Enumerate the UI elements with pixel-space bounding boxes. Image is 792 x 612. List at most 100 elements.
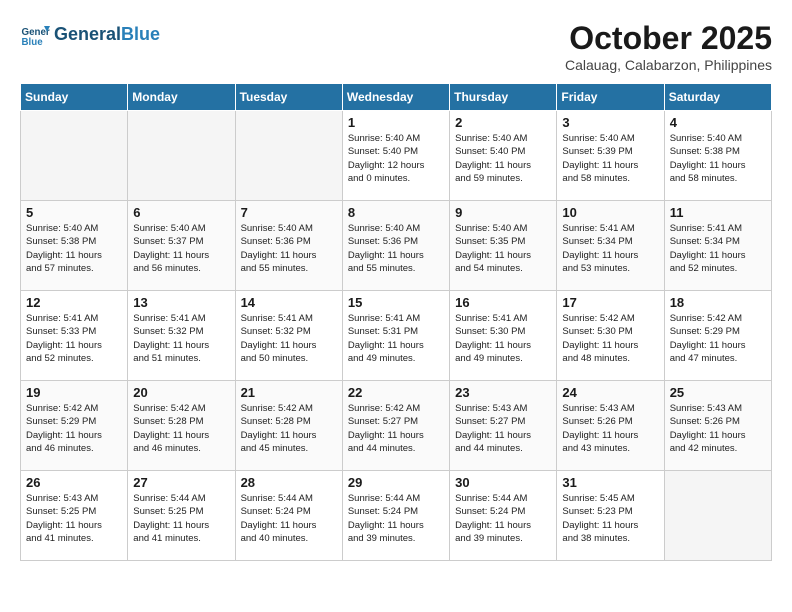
day-number: 26 [26, 475, 122, 490]
day-number: 22 [348, 385, 444, 400]
day-info: Sunrise: 5:41 AMSunset: 5:32 PMDaylight:… [241, 312, 337, 365]
calendar-cell: 16 Sunrise: 5:41 AMSunset: 5:30 PMDayligh… [450, 291, 557, 381]
day-info: Sunrise: 5:41 AMSunset: 5:34 PMDaylight:… [670, 222, 766, 275]
calendar-cell: 29 Sunrise: 5:44 AMSunset: 5:24 PMDayligh… [342, 471, 449, 561]
day-info: Sunrise: 5:42 AMSunset: 5:27 PMDaylight:… [348, 402, 444, 455]
day-number: 2 [455, 115, 551, 130]
day-number: 1 [348, 115, 444, 130]
calendar-cell: 23 Sunrise: 5:43 AMSunset: 5:27 PMDayligh… [450, 381, 557, 471]
day-number: 14 [241, 295, 337, 310]
day-info: Sunrise: 5:41 AMSunset: 5:33 PMDaylight:… [26, 312, 122, 365]
day-number: 25 [670, 385, 766, 400]
calendar-cell: 10 Sunrise: 5:41 AMSunset: 5:34 PMDayligh… [557, 201, 664, 291]
calendar-cell: 18 Sunrise: 5:42 AMSunset: 5:29 PMDayligh… [664, 291, 771, 381]
svg-text:Blue: Blue [22, 37, 44, 48]
day-number: 23 [455, 385, 551, 400]
day-number: 19 [26, 385, 122, 400]
logo-text: GeneralBlue [54, 25, 160, 45]
day-info: Sunrise: 5:42 AMSunset: 5:29 PMDaylight:… [670, 312, 766, 365]
location-subtitle: Calauag, Calabarzon, Philippines [565, 57, 772, 73]
day-number: 24 [562, 385, 658, 400]
day-number: 5 [26, 205, 122, 220]
calendar-cell: 21Sunrise: 5:42 AMSunset: 5:28 PMDayligh… [235, 381, 342, 471]
week-row-1: 1 Sunrise: 5:40 AMSunset: 5:40 PMDaylight… [21, 111, 772, 201]
day-number: 15 [348, 295, 444, 310]
week-row-3: 12 Sunrise: 5:41 AMSunset: 5:33 PMDayligh… [21, 291, 772, 381]
day-info: Sunrise: 5:42 AMSunset: 5:29 PMDaylight:… [26, 402, 122, 455]
col-header-friday: Friday [557, 84, 664, 111]
day-number: 10 [562, 205, 658, 220]
calendar-cell: 17Sunrise: 5:42 AMSunset: 5:30 PMDayligh… [557, 291, 664, 381]
calendar-header-row: SundayMondayTuesdayWednesdayThursdayFrid… [21, 84, 772, 111]
day-number: 8 [348, 205, 444, 220]
day-info: Sunrise: 5:41 AMSunset: 5:34 PMDaylight:… [562, 222, 658, 275]
col-header-thursday: Thursday [450, 84, 557, 111]
col-header-wednesday: Wednesday [342, 84, 449, 111]
col-header-sunday: Sunday [21, 84, 128, 111]
col-header-saturday: Saturday [664, 84, 771, 111]
calendar-cell: 8 Sunrise: 5:40 AMSunset: 5:36 PMDaylight… [342, 201, 449, 291]
day-info: Sunrise: 5:40 AMSunset: 5:39 PMDaylight:… [562, 132, 658, 185]
day-info: Sunrise: 5:40 AMSunset: 5:40 PMDaylight:… [455, 132, 551, 185]
day-number: 16 [455, 295, 551, 310]
day-info: Sunrise: 5:42 AMSunset: 5:28 PMDaylight:… [133, 402, 229, 455]
calendar-cell: 31Sunrise: 5:45 AMSunset: 5:23 PMDayligh… [557, 471, 664, 561]
calendar-cell: 30Sunrise: 5:44 AMSunset: 5:24 PMDayligh… [450, 471, 557, 561]
calendar-cell: 11 Sunrise: 5:41 AMSunset: 5:34 PMDayligh… [664, 201, 771, 291]
day-info: Sunrise: 5:43 AMSunset: 5:26 PMDaylight:… [562, 402, 658, 455]
calendar-cell: 19 Sunrise: 5:42 AMSunset: 5:29 PMDayligh… [21, 381, 128, 471]
calendar-cell [128, 111, 235, 201]
month-title: October 2025 [565, 20, 772, 57]
calendar-cell: 20 Sunrise: 5:42 AMSunset: 5:28 PMDayligh… [128, 381, 235, 471]
title-block: October 2025 Calauag, Calabarzon, Philip… [565, 20, 772, 73]
day-number: 4 [670, 115, 766, 130]
calendar-cell: 6Sunrise: 5:40 AMSunset: 5:37 PMDaylight… [128, 201, 235, 291]
calendar-cell: 26 Sunrise: 5:43 AMSunset: 5:25 PMDayligh… [21, 471, 128, 561]
day-info: Sunrise: 5:44 AMSunset: 5:24 PMDaylight:… [348, 492, 444, 545]
day-info: Sunrise: 5:44 AMSunset: 5:24 PMDaylight:… [241, 492, 337, 545]
calendar-cell: 3 Sunrise: 5:40 AMSunset: 5:39 PMDaylight… [557, 111, 664, 201]
day-info: Sunrise: 5:43 AMSunset: 5:25 PMDaylight:… [26, 492, 122, 545]
day-info: Sunrise: 5:43 AMSunset: 5:27 PMDaylight:… [455, 402, 551, 455]
day-info: Sunrise: 5:40 AMSunset: 5:35 PMDaylight:… [455, 222, 551, 275]
day-number: 21 [241, 385, 337, 400]
calendar-cell: 15 Sunrise: 5:41 AMSunset: 5:31 PMDayligh… [342, 291, 449, 381]
day-info: Sunrise: 5:43 AMSunset: 5:26 PMDaylight:… [670, 402, 766, 455]
day-info: Sunrise: 5:41 AMSunset: 5:31 PMDaylight:… [348, 312, 444, 365]
day-number: 7 [241, 205, 337, 220]
week-row-4: 19 Sunrise: 5:42 AMSunset: 5:29 PMDayligh… [21, 381, 772, 471]
day-info: Sunrise: 5:44 AMSunset: 5:25 PMDaylight:… [133, 492, 229, 545]
day-number: 27 [133, 475, 229, 490]
day-info: Sunrise: 5:44 AMSunset: 5:24 PMDaylight:… [455, 492, 551, 545]
day-info: Sunrise: 5:42 AMSunset: 5:30 PMDaylight:… [562, 312, 658, 365]
calendar-cell: 14 Sunrise: 5:41 AMSunset: 5:32 PMDayligh… [235, 291, 342, 381]
calendar-cell: 24 Sunrise: 5:43 AMSunset: 5:26 PMDayligh… [557, 381, 664, 471]
day-number: 31 [562, 475, 658, 490]
calendar-cell: 25 Sunrise: 5:43 AMSunset: 5:26 PMDayligh… [664, 381, 771, 471]
day-number: 29 [348, 475, 444, 490]
day-info: Sunrise: 5:40 AMSunset: 5:38 PMDaylight:… [26, 222, 122, 275]
calendar-table: SundayMondayTuesdayWednesdayThursdayFrid… [20, 83, 772, 561]
day-number: 18 [670, 295, 766, 310]
day-number: 12 [26, 295, 122, 310]
logo: General Blue GeneralBlue [20, 20, 160, 50]
day-info: Sunrise: 5:41 AMSunset: 5:32 PMDaylight:… [133, 312, 229, 365]
calendar-cell [235, 111, 342, 201]
day-info: Sunrise: 5:40 AMSunset: 5:38 PMDaylight:… [670, 132, 766, 185]
calendar-cell: 5 Sunrise: 5:40 AMSunset: 5:38 PMDaylight… [21, 201, 128, 291]
calendar-cell [664, 471, 771, 561]
page-header: General Blue GeneralBlue October 2025 Ca… [20, 20, 772, 73]
day-info: Sunrise: 5:40 AMSunset: 5:36 PMDaylight:… [348, 222, 444, 275]
col-header-tuesday: Tuesday [235, 84, 342, 111]
calendar-cell: 4 Sunrise: 5:40 AMSunset: 5:38 PMDaylight… [664, 111, 771, 201]
day-number: 11 [670, 205, 766, 220]
day-number: 6 [133, 205, 229, 220]
calendar-cell: 13 Sunrise: 5:41 AMSunset: 5:32 PMDayligh… [128, 291, 235, 381]
day-number: 13 [133, 295, 229, 310]
calendar-cell: 9Sunrise: 5:40 AMSunset: 5:35 PMDaylight… [450, 201, 557, 291]
day-number: 28 [241, 475, 337, 490]
day-info: Sunrise: 5:41 AMSunset: 5:30 PMDaylight:… [455, 312, 551, 365]
day-number: 3 [562, 115, 658, 130]
calendar-cell: 2 Sunrise: 5:40 AMSunset: 5:40 PMDaylight… [450, 111, 557, 201]
day-number: 20 [133, 385, 229, 400]
